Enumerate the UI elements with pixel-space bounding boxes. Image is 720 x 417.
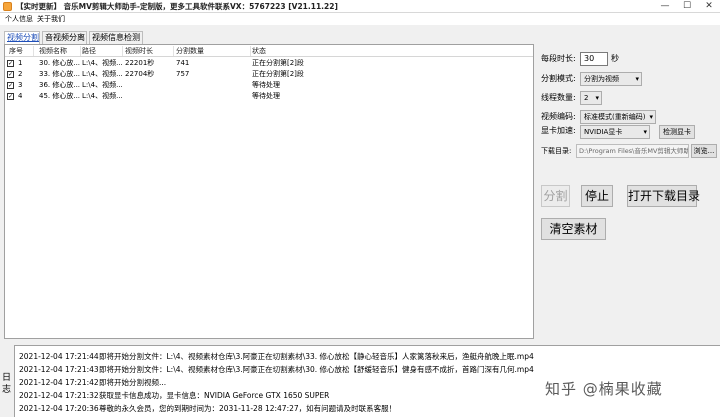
thread-count-select[interactable]: 2 ▾ bbox=[580, 91, 602, 105]
maximize-button[interactable]: ☐ bbox=[676, 0, 698, 13]
row-name: 33. 修心放... bbox=[39, 70, 80, 78]
row-checkbox[interactable]: ✓ bbox=[7, 60, 14, 67]
table-row[interactable]: ✓ 4 45. 修心放... L:\4、视频... 等待处理 bbox=[5, 91, 533, 102]
close-button[interactable]: ✕ bbox=[698, 0, 720, 13]
row-index: 3 bbox=[18, 81, 23, 89]
chevron-down-icon: ▾ bbox=[649, 113, 653, 121]
app-icon bbox=[3, 2, 12, 11]
log-label: 日 志 bbox=[0, 345, 14, 417]
log-time: 2021-12-04 17:21:43 bbox=[19, 365, 99, 374]
log-message: 即将开始分割视频... bbox=[99, 378, 167, 387]
tab-video-info[interactable]: 视频信息检测 bbox=[89, 31, 143, 44]
title-bar: 【实时更新】 音乐MV剪辑大师助手-定制版，更多工具软件联系VX：5767223… bbox=[0, 0, 720, 13]
split-mode-select[interactable]: 分割为视频 ▾ bbox=[580, 72, 642, 86]
gpu-accel-value: NVIDIA显卡 bbox=[584, 128, 623, 136]
menu-item-about[interactable]: 关于我们 bbox=[37, 13, 65, 25]
clear-materials-button[interactable]: 清空素材 bbox=[541, 218, 606, 240]
row-duration: 22201秒 bbox=[125, 59, 155, 67]
video-table: 序号 视频名称 路径 视频时长 分割数量 状态 ✓ 1 30. 修心放... L… bbox=[4, 44, 534, 339]
menu-bar: 个人信息 关于我们 bbox=[0, 13, 720, 25]
row-path: L:\4、视频... bbox=[82, 70, 122, 78]
row-count: 757 bbox=[176, 70, 190, 78]
column-header-count[interactable]: 分割数量 bbox=[176, 45, 204, 57]
column-header-name[interactable]: 视频名称 bbox=[39, 45, 67, 57]
gpu-accel-select[interactable]: NVIDIA显卡 ▾ bbox=[580, 125, 650, 139]
table-header: 序号 视频名称 路径 视频时长 分割数量 状态 bbox=[5, 45, 533, 57]
row-status: 等待处理 bbox=[252, 92, 280, 100]
row-status: 等待处理 bbox=[252, 81, 280, 89]
log-message: 获取显卡信息成功，显卡信息：NVIDIA GeForce GTX 1650 SU… bbox=[99, 391, 330, 400]
row-name: 30. 修心放... bbox=[39, 59, 80, 67]
split-mode-value: 分割为视频 bbox=[584, 75, 619, 83]
video-codec-value: 标准模式(重新编码) bbox=[584, 113, 646, 121]
column-header-status[interactable]: 状态 bbox=[252, 45, 266, 57]
row-status: 正在分割第[2]段 bbox=[252, 59, 304, 67]
row-path: L:\4、视频... bbox=[82, 59, 122, 67]
gpu-accel-label: 显卡加速: bbox=[541, 126, 576, 135]
thread-count-value: 2 bbox=[584, 94, 589, 102]
tab-av-separate[interactable]: 音视频分离 bbox=[42, 31, 87, 44]
log-message: 即将开始分割文件：L:\4、视频素材仓库\3.阿豪正在切割素材\30. 修心放松… bbox=[99, 365, 534, 374]
tab-video-split[interactable]: 视频分割 bbox=[4, 31, 40, 44]
thread-count-label: 线程数量: bbox=[541, 93, 576, 102]
row-index: 2 bbox=[18, 70, 23, 78]
watermark: 知乎 @楠果收藏 bbox=[545, 380, 663, 398]
stop-button[interactable]: 停止 bbox=[581, 185, 613, 207]
column-header-index[interactable]: 序号 bbox=[9, 45, 23, 57]
segment-duration-label: 每段时长: bbox=[541, 54, 576, 63]
video-codec-select[interactable]: 标准模式(重新编码) ▾ bbox=[580, 110, 656, 124]
column-header-path[interactable]: 路径 bbox=[82, 45, 96, 57]
row-checkbox[interactable]: ✓ bbox=[7, 71, 14, 78]
log-message: 即将开始分割文件：L:\4、视频素材仓库\3.阿豪正在切割素材\33. 修心放松… bbox=[99, 352, 534, 361]
row-checkbox[interactable]: ✓ bbox=[7, 93, 14, 100]
table-row[interactable]: ✓ 1 30. 修心放... L:\4、视频... 22201秒 741 正在分… bbox=[5, 58, 533, 69]
chevron-down-icon: ▾ bbox=[643, 128, 647, 136]
row-index: 4 bbox=[18, 92, 23, 100]
row-count: 741 bbox=[176, 59, 190, 67]
window-title: 【实时更新】 音乐MV剪辑大师助手-定制版，更多工具软件联系VX：5767223… bbox=[16, 2, 338, 11]
row-name: 36. 修心放... bbox=[39, 81, 80, 89]
row-checkbox[interactable]: ✓ bbox=[7, 82, 14, 89]
log-label-char: 日 bbox=[2, 373, 12, 383]
log-message: 尊敬的永久会员，您的到期时间为：2031-11-28 12:47:27，如有问题… bbox=[99, 404, 397, 413]
column-header-duration[interactable]: 视频时长 bbox=[125, 45, 153, 57]
split-mode-label: 分割模式: bbox=[541, 74, 576, 83]
minimize-button[interactable]: — bbox=[654, 0, 676, 13]
split-button[interactable]: 分割 bbox=[541, 185, 570, 207]
chevron-down-icon: ▾ bbox=[635, 75, 639, 83]
chevron-down-icon: ▾ bbox=[595, 94, 599, 102]
download-dir-label: 下载目录: bbox=[541, 147, 572, 155]
menu-item-profile[interactable]: 个人信息 bbox=[5, 13, 33, 25]
browse-button[interactable]: 浏览... bbox=[691, 144, 717, 158]
row-path: L:\4、视频... bbox=[82, 92, 122, 100]
log-time: 2021-12-04 17:21:42 bbox=[19, 378, 99, 387]
log-label-char: 志 bbox=[2, 385, 12, 395]
download-dir-input[interactable]: D:\Program Files\音乐MV剪辑大师助 bbox=[576, 144, 689, 158]
log-time: 2021-12-04 17:21:32 bbox=[19, 391, 99, 400]
log-time: 2021-12-04 17:21:44 bbox=[19, 352, 99, 361]
video-codec-label: 视频编码: bbox=[541, 112, 576, 121]
table-row[interactable]: ✓ 3 36. 修心放... L:\4、视频... 等待处理 bbox=[5, 80, 533, 91]
log-time: 2021-12-04 17:20:36 bbox=[19, 404, 99, 413]
segment-unit-label: 秒 bbox=[611, 54, 619, 63]
row-name: 45. 修心放... bbox=[39, 92, 80, 100]
row-duration: 22704秒 bbox=[125, 70, 155, 78]
segment-duration-input[interactable]: 30 bbox=[580, 52, 608, 66]
open-download-dir-button[interactable]: 打开下载目录 bbox=[627, 185, 700, 207]
table-row[interactable]: ✓ 2 33. 修心放... L:\4、视频... 22704秒 757 正在分… bbox=[5, 69, 533, 80]
row-path: L:\4、视频... bbox=[82, 81, 122, 89]
detect-gpu-button[interactable]: 检测显卡 bbox=[659, 125, 695, 139]
row-index: 1 bbox=[18, 59, 23, 67]
row-status: 正在分割第[2]段 bbox=[252, 70, 304, 78]
